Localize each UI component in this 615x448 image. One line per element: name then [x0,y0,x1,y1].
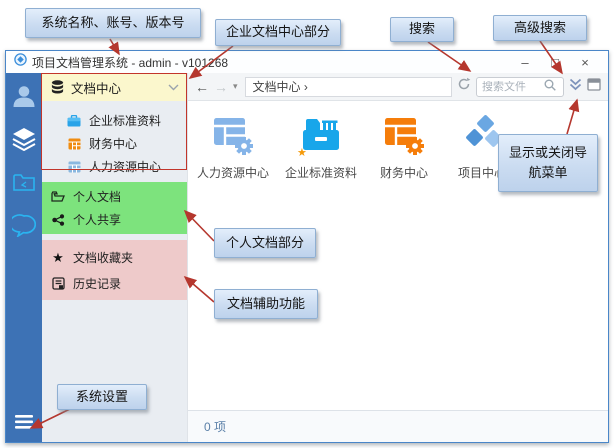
callout-nav-toggle: 显示或关闭导航菜单 [498,134,598,192]
nav-toggle-icon[interactable] [587,78,601,96]
forward-button[interactable]: → [214,80,228,94]
window-title: 项目文档管理系统 - admin - v101268 [32,54,228,71]
nav-item-label: 企业标准资料 [89,112,161,129]
nav-item-enterprise-docs[interactable]: 企业标准资料 [42,109,187,132]
breadcrumb[interactable]: 文档中心 › [245,77,452,97]
finance-center-icon [379,114,429,158]
search-icon[interactable] [544,78,556,96]
close-button[interactable]: × [570,55,600,70]
tile-label: 人力资源中心 [197,164,269,181]
nav-item-label: 人力资源中心 [89,158,161,175]
nav-header-label: 文档中心 [71,78,121,97]
status-bar: 0 项 [188,410,608,442]
breadcrumb-text: 文档中心 › [253,78,308,95]
callout-personal-section: 个人文档部分 [214,228,316,258]
finance-table-icon [67,137,81,150]
title-bar[interactable]: 项目文档管理系统 - admin - v101268 – □ × [6,51,608,73]
chevron-down-icon[interactable] [168,80,179,94]
history-icon [51,277,65,290]
tile-hr-center[interactable]: 人力资源中心 [197,114,269,181]
nav-item-hr-center[interactable]: 人力资源中心 [42,155,187,178]
callout-settings: 系统设置 [57,384,147,410]
enterprise-docs-icon: ★ [296,114,346,158]
folder-open-icon [51,190,65,203]
chat-icon[interactable] [10,211,38,239]
folder-icon[interactable] [10,168,38,196]
nav-item-label: 历史记录 [73,275,121,292]
history-dropdown-caret[interactable]: ▾ [233,81,238,92]
minimize-button[interactable]: – [510,55,540,70]
nav-item-favorites[interactable]: ★ 文档收藏夹 [42,244,187,270]
settings-hamburger-icon[interactable] [10,408,38,436]
favorite-star-icon: ★ [297,148,307,159]
layers-icon[interactable] [10,125,38,153]
refresh-icon[interactable] [457,77,471,96]
nav-item-finance-center[interactable]: 财务中心 [42,132,187,155]
nav-item-personal-share[interactable]: 个人共享 [42,208,187,231]
callout-search: 搜索 [390,17,454,42]
nav-item-label: 个人共享 [73,211,121,228]
screenshot-root: 项目文档管理系统 - admin - v101268 – □ × [0,0,615,448]
back-button[interactable]: ← [195,80,209,94]
hr-center-icon [208,114,258,158]
sidebar-rail [6,73,42,442]
user-icon[interactable] [10,82,38,110]
nav-item-personal-docs[interactable]: 个人文档 [42,185,187,208]
callout-system-info: 系统名称、账号、版本号 [25,8,201,38]
maximize-button[interactable]: □ [540,55,570,70]
database-icon [50,81,64,94]
callout-enterprise-section: 企业文档中心部分 [215,19,341,46]
tile-label: 财务中心 [380,164,428,181]
nav-item-label: 财务中心 [89,135,137,152]
search-input[interactable] [482,81,544,93]
item-count: 0 项 [204,418,226,435]
share-icon [51,213,65,226]
nav-item-label: 文档收藏夹 [73,249,133,266]
tile-enterprise-docs[interactable]: ★ 企业标准资料 [285,114,357,181]
nav-group-enterprise: 企业标准资料 财务中心 人力资源中心 [42,101,187,178]
tile-finance-center[interactable]: 财务中心 [373,114,435,181]
nav-header-doc-center[interactable]: 文档中心 [42,73,187,101]
advanced-search-icon[interactable] [569,78,582,96]
nav-item-history[interactable]: 历史记录 [42,270,187,296]
app-icon [14,53,27,71]
briefcase-icon [67,114,81,127]
callout-aux-section: 文档辅助功能 [214,289,318,319]
nav-group-aux: ★ 文档收藏夹 历史记录 [42,240,187,300]
search-field[interactable] [476,77,564,97]
star-icon: ★ [51,251,65,264]
nav-group-personal: 个人文档 个人共享 [42,182,187,234]
nav-item-label: 个人文档 [73,188,121,205]
callout-advanced-search: 高级搜索 [493,15,587,41]
toolbar: ← → ▾ 文档中心 › [188,73,608,101]
hr-table-icon [67,160,81,173]
tile-label: 企业标准资料 [285,164,357,181]
